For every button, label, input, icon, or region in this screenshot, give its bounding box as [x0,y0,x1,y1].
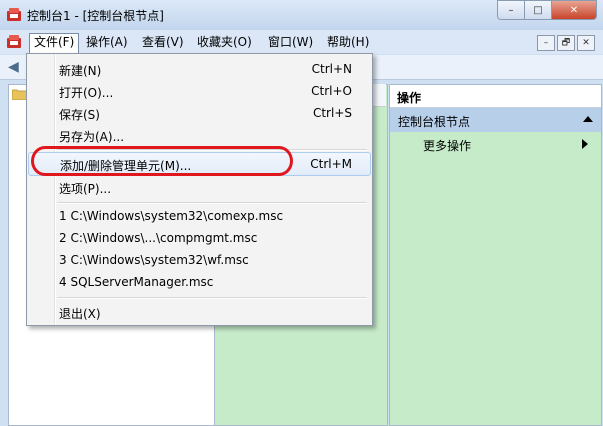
menu-action[interactable]: 操作(A) [82,34,132,51]
highlight-annotation-ring [31,146,293,176]
menu-item-label: 3 C:\Windows\system32\wf.msc [59,253,249,267]
menu-item-save[interactable]: 保存(S) Ctrl+S [27,102,372,124]
submenu-arrow-icon [582,139,588,149]
close-button[interactable]: ✕ [552,0,597,20]
title-bar: 控制台1 - [控制台根节点] – □ ✕ [0,0,603,30]
actions-pane: 操作 控制台根节点 更多操作 [389,84,602,426]
menu-item-recent-4[interactable]: 4 SQLServerManager.msc [27,271,372,293]
menu-item-label: 打开(O)... [59,86,114,100]
back-arrow-icon[interactable]: ◀ [8,59,19,75]
menu-item-shortcut: Ctrl+S [312,106,352,120]
menu-item-label: 另存为(A)... [59,130,125,144]
actions-header: 操作 [390,85,601,108]
menu-item-recent-2[interactable]: 2 C:\Windows\...\compmgmt.msc [27,227,372,249]
menu-bar: 文件(F) 操作(A) 查看(V) 收藏夹(O) 窗口(W) 帮助(H) [0,30,603,54]
menu-item-open[interactable]: 打开(O)... Ctrl+O [27,80,372,102]
more-actions-item[interactable]: 更多操作 [423,137,471,154]
child-restore-button[interactable]: 🗗 [557,35,575,51]
actions-section-root[interactable]: 控制台根节点 [390,108,601,132]
menu-item-exit[interactable]: 退出(X) [27,301,372,323]
blurred-background-text [205,9,385,23]
menu-window[interactable]: 窗口(W) [264,34,317,51]
menu-favorites[interactable]: 收藏夹(O) [193,34,256,51]
child-minimize-button[interactable]: – [537,35,555,51]
menu-item-label: 选项(P)... [59,182,112,196]
window-controls: – □ ✕ [497,0,597,20]
collapse-up-icon[interactable] [583,116,593,122]
window-title: 控制台1 - [控制台根节点] [27,9,164,23]
menu-item-label: 保存(S) [59,108,100,122]
child-window-controls: – 🗗 ✕ [537,35,595,51]
menu-item-save-as[interactable]: 另存为(A)... [27,124,372,146]
menu-file[interactable]: 文件(F) [29,33,80,53]
menu-help[interactable]: 帮助(H) [323,34,373,51]
menu-separator [57,297,367,299]
menu-item-shortcut: Ctrl+N [311,62,352,76]
menu-item-new[interactable]: 新建(N) Ctrl+N [27,58,372,80]
menu-separator [57,202,367,204]
file-menu-dropdown: 新建(N) Ctrl+N 打开(O)... Ctrl+O 保存(S) Ctrl+… [26,53,373,326]
console-menu-icon[interactable] [6,34,22,49]
mmc-app-icon[interactable] [6,7,22,22]
child-close-button[interactable]: ✕ [577,35,595,51]
menu-item-label: 1 C:\Windows\system32\comexp.msc [59,209,284,223]
menu-item-label: 新建(N) [59,64,102,78]
menu-item-shortcut: Ctrl+M [310,157,352,171]
maximize-button[interactable]: □ [525,0,552,20]
menu-item-label: 4 SQLServerManager.msc [59,275,214,289]
menu-item-recent-3[interactable]: 3 C:\Windows\system32\wf.msc [27,249,372,271]
menu-item-recent-1[interactable]: 1 C:\Windows\system32\comexp.msc [27,205,372,227]
actions-section-label: 控制台根节点 [398,115,471,129]
minimize-button[interactable]: – [497,0,525,20]
actions-header-label: 操作 [397,91,422,105]
menu-item-label: 2 C:\Windows\...\compmgmt.msc [59,231,258,245]
menu-item-label: 退出(X) [59,307,101,321]
menu-item-shortcut: Ctrl+O [311,84,352,98]
menu-item-options[interactable]: 选项(P)... [27,176,372,198]
folder-icon[interactable] [12,88,27,100]
menu-view[interactable]: 查看(V) [138,34,188,51]
